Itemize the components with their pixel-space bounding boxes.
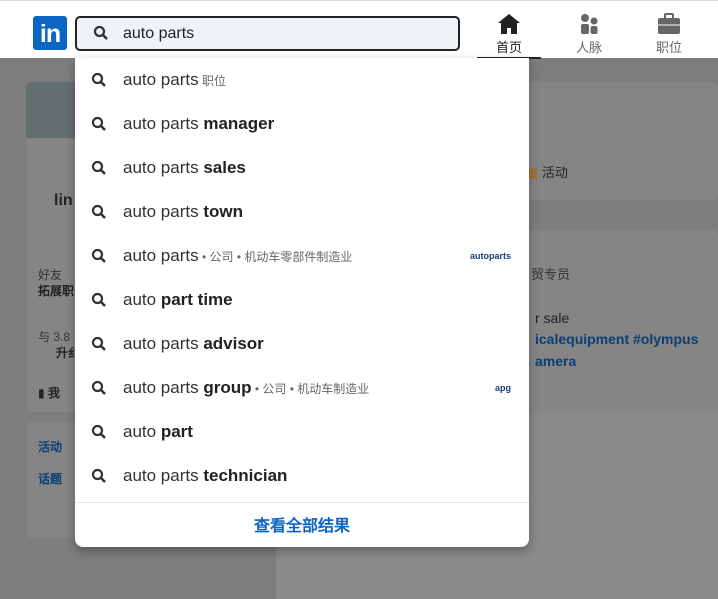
nav-network[interactable]: 人脉 bbox=[557, 13, 621, 56]
post-text: r sale bbox=[535, 310, 570, 326]
post-hashtags[interactable]: icalequipment #olympus bbox=[535, 331, 698, 347]
divider bbox=[75, 502, 529, 503]
people-icon bbox=[581, 14, 598, 34]
nav-label: 职位 bbox=[655, 40, 682, 55]
activity-button[interactable]: ▦ 活动 bbox=[526, 162, 568, 181]
search-icon bbox=[93, 25, 108, 40]
nav-label: 人脉 bbox=[575, 40, 602, 55]
suggestion-item[interactable]: auto parts advisor bbox=[75, 322, 529, 366]
suggestion-text: auto part time bbox=[123, 290, 233, 310]
saved-label: 我 bbox=[47, 386, 60, 400]
suggestion-text: auto parts technician bbox=[123, 466, 287, 486]
search-icon bbox=[91, 336, 106, 351]
suggestion-text: auto parts manager bbox=[123, 114, 274, 134]
invite-text: 与 3.8 bbox=[38, 330, 71, 344]
suggestion-bold: technician bbox=[203, 466, 288, 485]
suggestion-plain: auto parts bbox=[123, 246, 199, 265]
suggestion-item[interactable]: auto parts sales bbox=[75, 146, 529, 190]
search-icon bbox=[91, 116, 106, 131]
suggestion-item[interactable]: auto parts 职位 bbox=[75, 58, 529, 102]
suggestion-plain: auto parts bbox=[123, 114, 204, 133]
top-nav: in 首页 人脉 职位 bbox=[0, 0, 718, 59]
suggestion-bold: advisor bbox=[203, 334, 264, 353]
suggestion-meta: • 公司 • 机动车零部件制造业 bbox=[198, 250, 353, 264]
post-hashtags-2[interactable]: amera bbox=[535, 353, 576, 369]
suggestion-plain: auto parts bbox=[123, 70, 199, 89]
suggestion-bold: manager bbox=[203, 114, 275, 133]
suggestion-bold: sales bbox=[203, 158, 246, 177]
nav-home[interactable]: 首页 bbox=[477, 13, 541, 59]
link-topics[interactable]: 话题 bbox=[38, 470, 62, 487]
suggestion-text: auto parts town bbox=[123, 202, 243, 222]
link-activity[interactable]: 活动 bbox=[38, 438, 62, 455]
suggestion-plain: auto parts bbox=[123, 158, 204, 177]
briefcase-icon bbox=[658, 13, 680, 34]
company-logo: apg bbox=[494, 383, 511, 393]
suggestion-meta: 职位 bbox=[198, 74, 226, 88]
profile-name: lin bbox=[54, 192, 73, 209]
suggestion-item[interactable]: auto parts town bbox=[75, 190, 529, 234]
suggestion-plain: auto parts bbox=[123, 202, 204, 221]
nav-label: 首页 bbox=[495, 40, 522, 55]
search-icon bbox=[91, 72, 106, 87]
suggestion-plain: auto bbox=[123, 290, 161, 309]
activity-label: 活动 bbox=[541, 165, 568, 180]
search-suggestions: auto parts technician auto part auto par… bbox=[75, 58, 529, 547]
nav-jobs[interactable]: 职位 bbox=[637, 13, 701, 56]
suggestion-text: auto parts group • 公司 • 机动车制造业 bbox=[123, 378, 369, 398]
linkedin-logo[interactable]: in bbox=[33, 16, 67, 50]
suggestion-text: auto parts 职位 bbox=[123, 70, 226, 90]
search-icon bbox=[91, 248, 106, 263]
suggestion-bold: group bbox=[203, 378, 252, 397]
suggestion-item[interactable]: auto parts technician bbox=[75, 454, 529, 498]
stat-sub[interactable]: 拓展职 bbox=[38, 282, 74, 299]
suggestion-plain: auto parts bbox=[123, 466, 204, 485]
suggestion-text: auto parts sales bbox=[123, 158, 246, 178]
search-icon bbox=[91, 424, 106, 439]
suggestion-text: auto parts advisor bbox=[123, 334, 264, 354]
suggestion-item[interactable]: auto parts • 公司 • 机动车零部件制造业 autoparts bbox=[75, 234, 529, 278]
suggestion-bold: part bbox=[160, 422, 193, 441]
suggestion-plain: auto parts bbox=[123, 334, 204, 353]
suggestion-plain: auto parts bbox=[123, 378, 204, 397]
suggestion-item[interactable]: auto parts manager bbox=[75, 102, 529, 146]
search-icon bbox=[91, 380, 106, 395]
suggestion-bold: part time bbox=[160, 290, 233, 309]
company-logo: autoparts bbox=[469, 251, 511, 261]
search-input[interactable] bbox=[123, 22, 443, 46]
suggestion-plain: auto bbox=[123, 422, 161, 441]
see-all-results-link[interactable]: 查看全部结果 bbox=[75, 512, 529, 536]
suggestion-text: auto part bbox=[123, 422, 193, 442]
stat-label: 好友 bbox=[38, 268, 63, 282]
search-icon bbox=[91, 468, 106, 483]
suggestion-item[interactable]: auto part time bbox=[75, 278, 529, 322]
suggestion-item[interactable]: auto part bbox=[75, 410, 529, 454]
suggestion-bold: town bbox=[203, 202, 243, 221]
search-icon bbox=[91, 292, 106, 307]
search-icon bbox=[91, 160, 106, 175]
search-icon bbox=[91, 204, 106, 219]
post-author-title: 贸专员 bbox=[531, 267, 571, 282]
suggestion-item[interactable]: auto parts group • 公司 • 机动车制造业 apg bbox=[75, 366, 529, 410]
home-icon bbox=[498, 14, 520, 34]
saved-items[interactable]: ▮ 我 bbox=[38, 384, 60, 401]
search-box[interactable] bbox=[75, 16, 460, 51]
suggestion-meta: • 公司 • 机动车制造业 bbox=[251, 382, 370, 396]
suggestion-text: auto parts • 公司 • 机动车零部件制造业 bbox=[123, 246, 352, 266]
